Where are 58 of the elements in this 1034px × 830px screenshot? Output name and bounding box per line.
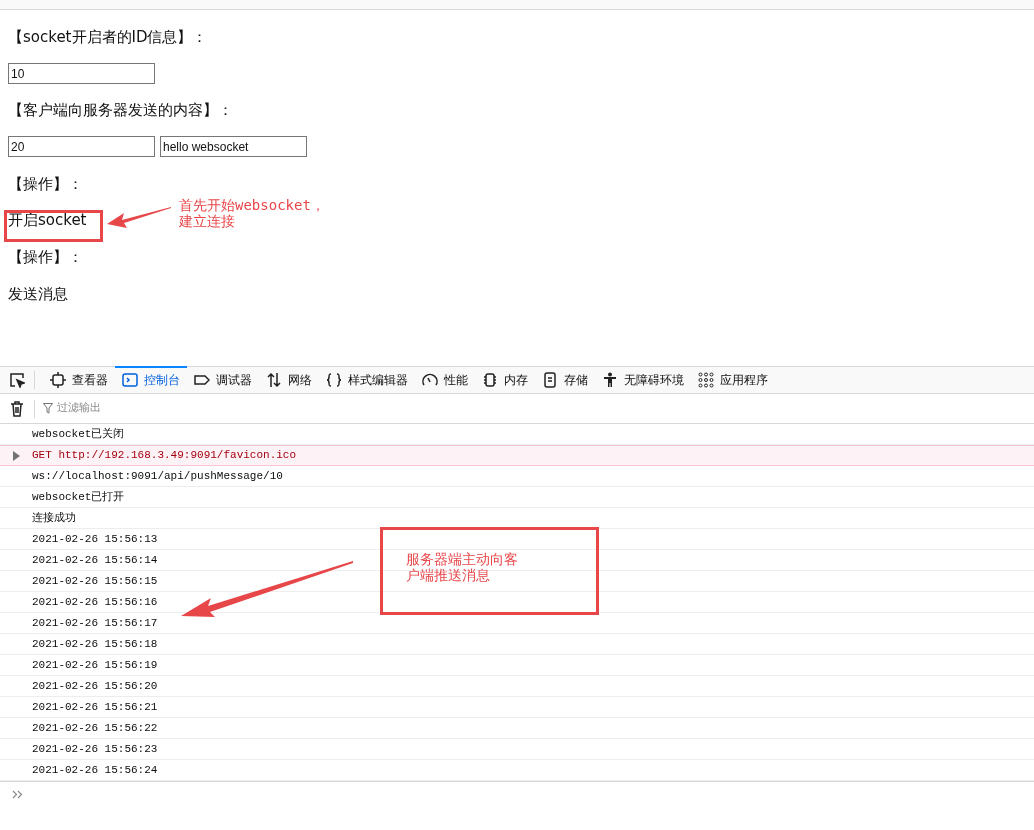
devtools-tab[interactable]: 应用程序 [691, 366, 775, 394]
devtools-tab[interactable]: 网络 [259, 366, 319, 394]
id-label: 【socket开启者的ID信息】： [8, 27, 209, 48]
devtools-tab[interactable]: 控制台 [115, 366, 187, 394]
log-message: 2021-02-26 15:56:17 [32, 615, 158, 631]
filter-icon [43, 403, 53, 414]
console-request-row[interactable]: GET http://192.168.3.49:9091/favicon.ico [0, 445, 1034, 466]
annotation-text: 户端推送消息 [406, 567, 491, 583]
operation-label: 【操作】： [8, 247, 84, 268]
devtools-tab[interactable]: 样式编辑器 [319, 366, 415, 394]
log-message: 2021-02-26 15:56:24 [32, 762, 158, 778]
element-picker-icon[interactable] [9, 372, 25, 388]
log-message: websocket已打开 [32, 489, 125, 505]
devtools-tab[interactable]: 存储 [535, 366, 595, 394]
log-message: 2021-02-26 15:56:19 [32, 657, 158, 673]
log-message: 2021-02-26 15:56:22 [32, 720, 158, 736]
send-message-button[interactable]: 发送消息 [8, 283, 68, 305]
content-label: 【客户端向服务器发送的内容】： [8, 100, 234, 121]
console-icon [122, 372, 138, 388]
log-message: 2021-02-26 15:56:13 [32, 531, 158, 547]
devtools-tab[interactable]: 内存 [475, 366, 535, 394]
log-message: 2021-02-26 15:56:14 [32, 552, 158, 568]
gauge-icon [422, 372, 438, 388]
log-message: ws://localhost:9091/api/pushMessage/10 [32, 468, 283, 484]
log-message: GET http://192.168.3.49:9091/favicon.ico [32, 448, 297, 464]
log-message: 连接成功 [32, 510, 76, 526]
inspector-icon [50, 372, 66, 388]
trash-icon[interactable] [10, 400, 24, 417]
grid-icon [698, 372, 714, 388]
filter-field[interactable]: 过滤输出 [57, 400, 257, 417]
log-message: 2021-02-26 15:56:23 [32, 741, 158, 757]
braces-icon [326, 372, 342, 388]
devtools-tab[interactable]: 调试器 [187, 366, 259, 394]
document-icon [542, 372, 558, 388]
annotation-text: 首先开始websocket， [179, 197, 325, 213]
log-message: 2021-02-26 15:56:15 [32, 573, 158, 589]
log-message: 2021-02-26 15:56:18 [32, 636, 158, 652]
open-socket-button[interactable]: 开启socket [8, 209, 87, 231]
log-message: 2021-02-26 15:56:21 [32, 699, 158, 715]
log-message: websocket已关闭 [32, 426, 125, 442]
annotation-arrow [106, 205, 172, 229]
up-down-arrows-icon [266, 372, 282, 388]
devtools-tab[interactable]: 查看器 [43, 366, 115, 394]
log-message: 2021-02-26 15:56:16 [32, 594, 158, 610]
prompt-chevron-icon [12, 790, 23, 799]
annotation-text: 建立连接 [179, 213, 236, 229]
annotation-text: 服务器端主动向客 [406, 551, 518, 567]
operation-label: 【操作】： [8, 174, 84, 195]
devtools-tab[interactable]: 无障碍环境 [595, 366, 691, 394]
tag-icon [194, 372, 210, 388]
expand-triangle-icon [13, 450, 21, 461]
log-message: 2021-02-26 15:56:20 [32, 678, 158, 694]
content-id-input-field[interactable]: 20 [8, 136, 155, 157]
devtools-tab[interactable]: 性能 [415, 366, 475, 394]
message-input-field[interactable]: hello websocket [160, 136, 307, 157]
person-icon [602, 372, 618, 388]
chip-icon [482, 372, 498, 388]
id-input-field[interactable]: 10 [8, 63, 155, 84]
